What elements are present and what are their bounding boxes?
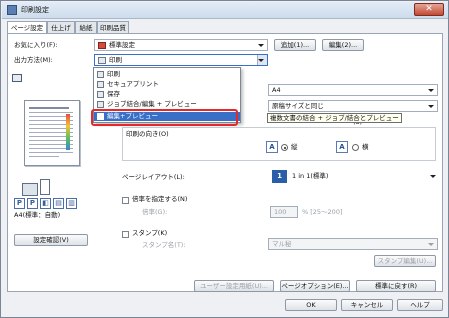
stamp-checkbox-label: スタンプ(K) bbox=[132, 229, 168, 237]
staple-icon: ◧ bbox=[40, 198, 51, 209]
magnification-checkbox[interactable] bbox=[122, 197, 129, 204]
favorites-label: お気に入り(F): bbox=[14, 41, 58, 49]
chevron-down-icon bbox=[430, 175, 436, 178]
printer-small-icon bbox=[98, 57, 106, 64]
dropdown-item-secure-print[interactable]: セキュアプリント bbox=[94, 80, 240, 89]
printer-icon bbox=[97, 71, 104, 78]
favorites-value: 標準設定 bbox=[109, 41, 135, 49]
settings-check-button[interactable]: 設定確認(V) bbox=[14, 234, 88, 246]
merge-icon bbox=[97, 101, 104, 108]
paper-size-select[interactable]: A4 bbox=[268, 84, 438, 96]
orientation-label: 印刷の向き(O) bbox=[126, 130, 169, 138]
page-layout-select[interactable]: 1 in 1(標準) bbox=[289, 171, 439, 183]
tooltip: 複数文書の結合 + ジョブ/結合とプレビュー bbox=[267, 113, 402, 123]
chevron-down-icon bbox=[428, 243, 434, 246]
highlight-outline bbox=[91, 109, 238, 126]
stamp-select[interactable]: マル秘 bbox=[268, 238, 438, 250]
preview-caption: A4(標準：自動) bbox=[14, 211, 61, 219]
landscape-label: 横 bbox=[362, 143, 369, 151]
output-size-value: 原稿サイズと同じ bbox=[272, 102, 324, 110]
landscape-radio[interactable] bbox=[352, 144, 359, 151]
page-layout-value: 1 in 1(標準) bbox=[292, 172, 329, 180]
fold-icon: ▥ bbox=[66, 198, 77, 209]
stamp-name-label: スタンプ名(T): bbox=[142, 241, 186, 249]
page-layout-icon: 1 bbox=[272, 170, 287, 183]
orientation-group bbox=[122, 127, 436, 161]
save-icon bbox=[97, 91, 104, 98]
stamp-edit-button[interactable]: スタンプ編集(U)... bbox=[374, 255, 436, 267]
landscape-icon: A bbox=[336, 141, 348, 153]
output-method-value: 印刷 bbox=[109, 56, 122, 64]
output-size-select[interactable]: 原稿サイズと同じ bbox=[268, 100, 438, 112]
printer-icon bbox=[7, 5, 17, 15]
chevron-down-icon bbox=[258, 44, 264, 47]
output-method-select[interactable]: 印刷 bbox=[94, 54, 268, 66]
magnification-checkbox-label: 倍率を指定する(N) bbox=[132, 195, 188, 203]
paper-stack-icon bbox=[40, 179, 50, 195]
ok-button[interactable]: OK bbox=[285, 299, 337, 311]
edit-favorite-button[interactable]: 編集(2)... bbox=[322, 39, 364, 51]
user-paper-size-button[interactable]: ユーザー設定用紙(U)... bbox=[194, 280, 274, 292]
magnification-unit: % [25～200] bbox=[302, 208, 343, 216]
page-options-button[interactable]: ページオプション(E)... bbox=[280, 280, 350, 292]
stamp-checkbox[interactable] bbox=[122, 231, 129, 238]
title-bar: 印刷設定 ✕ bbox=[2, 2, 448, 19]
portrait-radio[interactable] bbox=[281, 144, 288, 151]
add-favorite-button[interactable]: 追加(1)... bbox=[274, 39, 316, 51]
finisher-icon bbox=[22, 183, 38, 196]
chevron-down-icon bbox=[428, 89, 434, 92]
magnification-field-label: 倍率(G): bbox=[142, 208, 168, 216]
magnification-value: 100 bbox=[274, 208, 287, 216]
lock-icon bbox=[97, 81, 104, 88]
preview-toggle-icon[interactable] bbox=[12, 74, 22, 82]
dropdown-item-job-merge[interactable]: ジョブ結合/編集 + プレビュー bbox=[94, 100, 240, 109]
portrait-icon: A bbox=[266, 141, 278, 153]
favorites-icon bbox=[98, 42, 106, 49]
dropdown-item-save[interactable]: 保存 bbox=[94, 90, 240, 99]
window-title: 印刷設定 bbox=[21, 6, 49, 14]
color-bar bbox=[66, 114, 70, 150]
print-settings-dialog: 印刷設定 ✕ ページ設定 仕上げ 給紙 印刷品質 お気に入り(F): 標準設定 … bbox=[0, 0, 449, 318]
page-preview bbox=[24, 100, 80, 166]
chevron-down-icon bbox=[428, 105, 434, 108]
dropdown-item-print[interactable]: 印刷 bbox=[94, 70, 240, 79]
help-button[interactable]: ヘルプ bbox=[397, 299, 443, 311]
restore-defaults-button[interactable]: 標準に戻す(R) bbox=[356, 280, 436, 292]
stamp-value: マル秘 bbox=[272, 240, 292, 248]
paper-size-value: A4 bbox=[272, 86, 281, 94]
page-layout-label: ページレイアウト(L): bbox=[122, 173, 185, 181]
magnification-input[interactable]: 100 bbox=[270, 206, 298, 218]
cancel-button[interactable]: キャンセル bbox=[341, 299, 393, 311]
output-method-label: 出力方法(M): bbox=[14, 56, 53, 64]
favorites-select[interactable]: 標準設定 bbox=[94, 39, 268, 51]
close-button[interactable]: ✕ bbox=[414, 3, 444, 16]
punch-icon: ▤ bbox=[53, 198, 64, 209]
portrait-label: 縦 bbox=[291, 143, 298, 151]
booklet-icon: P bbox=[27, 198, 38, 209]
duplex-icon: P bbox=[14, 198, 25, 209]
chevron-down-icon bbox=[258, 59, 264, 62]
